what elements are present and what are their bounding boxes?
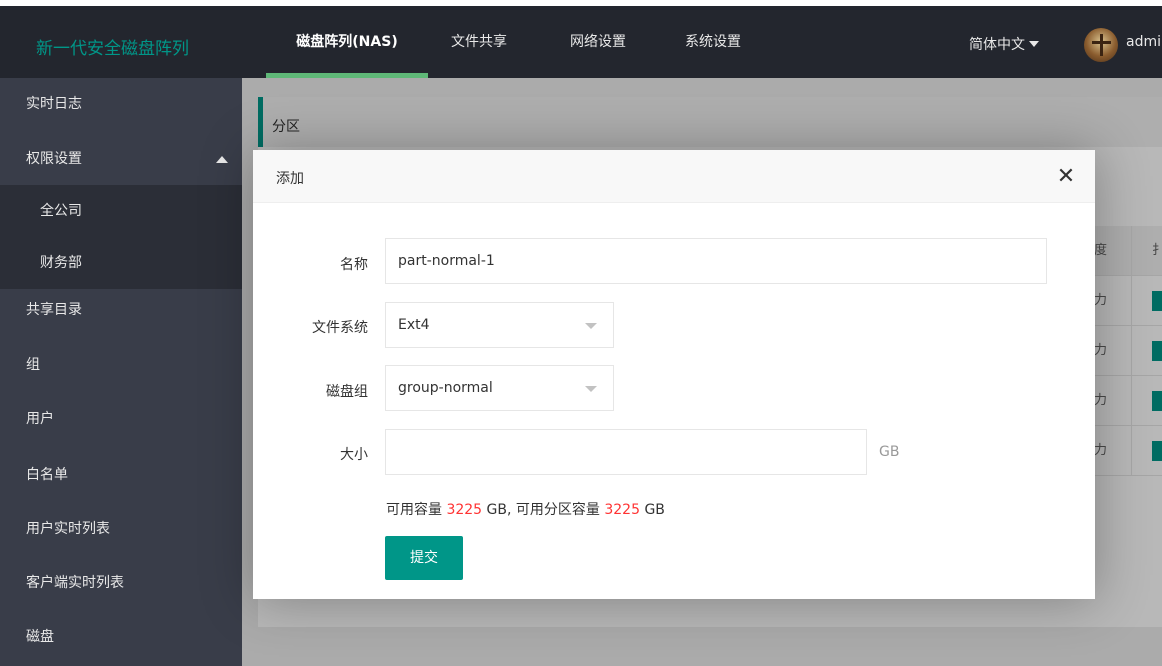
filesystem-value: Ext4 xyxy=(398,317,430,333)
caret-down-icon xyxy=(585,323,597,329)
language-label: 简体中文 xyxy=(969,37,1025,53)
sidebar-item-label: 客户端实时列表 xyxy=(26,575,124,591)
nav-tab-file-share[interactable]: 文件共享 xyxy=(449,6,509,78)
name-input[interactable] xyxy=(385,238,1047,284)
sidebar-item-whole-company[interactable]: 全公司 xyxy=(0,185,242,237)
partition-capacity-value: 3225 xyxy=(604,502,640,518)
user-name[interactable]: admin xyxy=(1126,34,1162,50)
nav-tab-label: 磁盘阵列(NAS) xyxy=(296,34,398,50)
sidebar-item-label: 权限设置 xyxy=(26,151,82,167)
capacity-prefix: 可用容量 xyxy=(386,502,442,518)
top-navbar: 新一代安全磁盘阵列 磁盘阵列(NAS) 文件共享 网络设置 系统设置 简体中文 … xyxy=(0,0,1162,78)
sidebar-item-label: 用户实时列表 xyxy=(26,521,110,537)
avatar-image xyxy=(1100,34,1103,56)
size-unit: GB xyxy=(879,444,900,460)
dialog-header: 添加 ✕ xyxy=(253,150,1095,203)
sidebar-item-finance[interactable]: 财务部 xyxy=(0,237,242,289)
dialog-title: 添加 xyxy=(276,171,304,187)
sidebar-item-permissions[interactable]: 权限设置 xyxy=(0,133,242,185)
sidebar-item-client-realtime[interactable]: 客户端实时列表 xyxy=(0,557,242,609)
sidebar-item-label: 财务部 xyxy=(40,255,82,271)
caret-up-icon xyxy=(216,156,228,163)
disk-group-value: group-normal xyxy=(398,380,493,396)
sidebar-item-label: 用户 xyxy=(26,411,54,427)
sidebar-item-user-realtime[interactable]: 用户实时列表 xyxy=(0,503,242,555)
sidebar-item-label: 白名单 xyxy=(26,467,68,483)
sidebar-item-label: 全公司 xyxy=(40,203,82,219)
caret-down-icon xyxy=(1029,41,1039,47)
sidebar-item-realtime-log[interactable]: 实时日志 xyxy=(0,78,242,130)
sidebar-item-disk[interactable]: 磁盘 xyxy=(0,611,242,663)
size-label: 大小 xyxy=(340,447,368,463)
disk-group-select[interactable]: group-normal xyxy=(385,365,614,411)
sidebar-item-label: 共享目录 xyxy=(26,302,82,318)
nav-tab-system[interactable]: 系统设置 xyxy=(683,6,743,78)
submit-button[interactable]: 提交 xyxy=(385,536,463,580)
capacity-mid: GB, 可用分区容量 xyxy=(486,502,600,518)
language-dropdown[interactable]: 简体中文 xyxy=(969,34,1039,54)
nav-tab-label: 网络设置 xyxy=(570,34,626,50)
nav-tab-network[interactable]: 网络设置 xyxy=(568,6,628,78)
caret-down-icon xyxy=(585,386,597,392)
name-label: 名称 xyxy=(340,257,368,273)
sidebar-item-label: 组 xyxy=(26,357,40,373)
sidebar-item-label: 实时日志 xyxy=(26,96,82,112)
capacity-info: 可用容量 3225 GB, 可用分区容量 3225 GB xyxy=(386,499,665,519)
nav-tab-label: 系统设置 xyxy=(685,34,741,50)
sidebar-item-user[interactable]: 用户 xyxy=(0,393,242,445)
size-input[interactable] xyxy=(385,429,867,475)
disk-group-label: 磁盘组 xyxy=(326,384,368,400)
nav-tab-nas[interactable]: 磁盘阵列(NAS) xyxy=(266,6,428,78)
add-partition-dialog: 添加 ✕ 名称 文件系统 Ext4 磁盘组 group-normal 大小 GB… xyxy=(253,150,1095,599)
app-logo[interactable]: 新一代安全磁盘阵列 xyxy=(36,34,189,59)
filesystem-label: 文件系统 xyxy=(312,320,368,336)
nav-tab-label: 文件共享 xyxy=(451,34,507,50)
avatar[interactable] xyxy=(1084,28,1118,62)
capacity-suffix: GB xyxy=(644,502,665,518)
available-capacity-value: 3225 xyxy=(446,502,483,518)
filesystem-select[interactable]: Ext4 xyxy=(385,302,614,348)
sidebar-item-shared-dir[interactable]: 共享目录 xyxy=(0,284,242,336)
sidebar: 实时日志 权限设置 全公司 财务部 共享目录 组 用户 白名单 用户实时列表 客… xyxy=(0,78,242,666)
sidebar-item-whitelist[interactable]: 白名单 xyxy=(0,449,242,501)
sidebar-item-group[interactable]: 组 xyxy=(0,339,242,391)
avatar-image-detail xyxy=(1092,41,1111,44)
close-icon[interactable]: ✕ xyxy=(1053,164,1079,190)
sidebar-item-label: 磁盘 xyxy=(26,629,54,645)
